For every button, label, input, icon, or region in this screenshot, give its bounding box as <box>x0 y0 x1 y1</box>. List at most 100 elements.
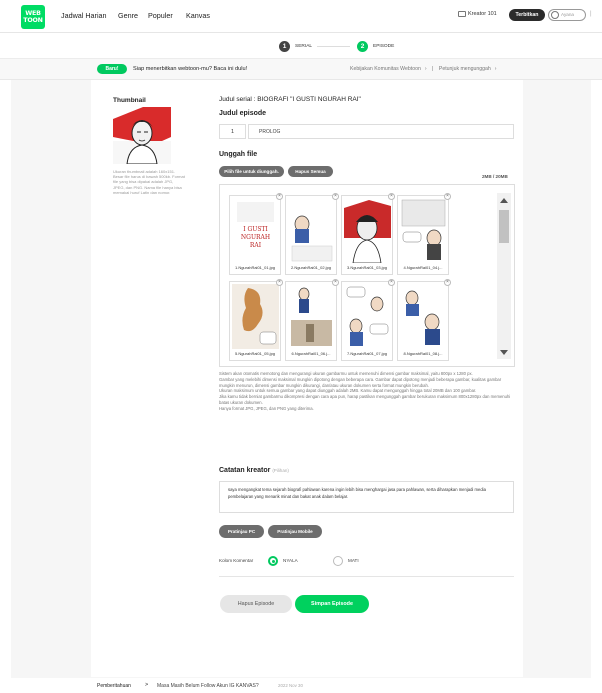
webtoon-logo[interactable]: WEB TOON <box>21 5 45 29</box>
episode-number-field[interactable]: 1 <box>219 124 246 139</box>
close-icon[interactable]: × <box>444 193 451 200</box>
chevron-right-icon: › <box>494 66 497 72</box>
avatar-icon <box>551 11 559 19</box>
community-policy-link[interactable]: Kebijakan Komunitas Webtoon <box>350 66 421 72</box>
file-preview <box>344 198 391 263</box>
guideline-text: Gambar yang melebihi dimensi maksimal mu… <box>219 376 502 388</box>
cover-title-3: RAI <box>250 242 262 249</box>
top-nav: WEB TOON Jadwal Harian Genre Populer Kan… <box>0 0 602 33</box>
file-preview <box>400 198 447 263</box>
file-preview <box>288 284 335 349</box>
close-icon[interactable]: × <box>332 193 339 200</box>
file-tile-4[interactable]: 4.NgurahRai01_04.j... × <box>397 193 451 275</box>
file-name: 4.NgurahRai01_04.j... <box>403 265 443 270</box>
thumbnail-image[interactable] <box>113 107 171 164</box>
nav-link-jadwal-harian[interactable]: Jadwal Harian <box>61 11 107 20</box>
file-tile-5[interactable]: 5.NgurahRai01_05.jpg × <box>229 279 283 361</box>
user-menu[interactable]: Ayana <box>548 9 586 21</box>
file-tile-7[interactable]: 7.NgurahRai01_07.jpg × <box>341 279 395 361</box>
close-icon[interactable]: × <box>332 279 339 286</box>
close-icon[interactable]: × <box>276 279 283 286</box>
info-text-link[interactable]: Siap menerbitkan webtoon-mu? Baca ini du… <box>133 66 247 72</box>
creator-icon <box>458 11 466 17</box>
upload-guide-link[interactable]: Petunjuk mengunggah <box>439 66 491 72</box>
cover-title-2: NGURAH <box>241 234 270 241</box>
close-icon[interactable]: × <box>276 193 283 200</box>
comments-off-label: MATI <box>348 558 359 563</box>
step-2-label: EPISODE <box>373 43 395 49</box>
scroll-up-arrow-icon[interactable] <box>500 198 508 203</box>
publish-button[interactable]: Terbitkan <box>509 9 545 21</box>
scrollbar[interactable] <box>497 193 511 359</box>
series-title: Judul serial : BIOGRAFI "I GUSTI NGURAH … <box>219 96 361 103</box>
step-1-label: SERIAL <box>295 43 313 49</box>
file-name: 6.NgurahRai01_06.j... <box>291 351 331 356</box>
file-name: 7.NgurahRai01_07.jpg <box>346 351 388 356</box>
nav-link-kanvas[interactable]: Kanvas <box>186 11 210 20</box>
guideline-text: Jika kamu tidak berniat gambarmu dikompr… <box>219 394 511 405</box>
creator-notes-optional: (Pilihan) <box>272 468 289 473</box>
cover-title-1: I GUSTI <box>243 226 268 233</box>
preview-pc-button[interactable]: Pratinjau PC <box>219 525 264 538</box>
file-tile-2[interactable]: 2.NgurahRai01_02.jpg × <box>285 193 339 275</box>
thumbnail-title: Thumbnail <box>113 97 146 104</box>
upload-size-counter: 2MB / 20MB <box>482 174 508 179</box>
creator-notes-textarea[interactable]: saya mengangkat tema sejarah biografi pa… <box>219 481 514 513</box>
close-icon[interactable]: × <box>388 193 395 200</box>
upload-area[interactable]: I GUSTI NGURAH RAI 1.NgurahRai01_01.jpg … <box>219 184 515 367</box>
file-preview: I GUSTI NGURAH RAI <box>232 198 279 263</box>
creator-notes-title: Catatan kreator <box>219 467 271 474</box>
notice-footer: Pemberitahuan > Masa Masih Belum Follow … <box>0 678 602 693</box>
step-1-circle: 1 <box>279 41 290 52</box>
episode-title-label: Judul episode <box>219 110 267 117</box>
delete-episode-button[interactable]: Hapus Episode <box>220 595 292 613</box>
notice-date: 2022 Nov 30 <box>278 682 303 688</box>
comments-off-radio[interactable] <box>333 556 343 566</box>
chevron-right-icon: › <box>424 66 427 72</box>
scroll-thumb[interactable] <box>499 210 509 243</box>
preview-mobile-button[interactable]: Pratinjau Mobile <box>268 525 322 538</box>
uploaded-file-grid: I GUSTI NGURAH RAI 1.NgurahRai01_01.jpg … <box>227 191 487 361</box>
upload-label: Unggah file <box>219 151 258 158</box>
chevron-right-icon: > <box>145 681 149 688</box>
upload-guidelines: Sistem akan otomatis memotong dan mengur… <box>219 371 515 412</box>
guideline-text: Hanya format JPG, JPEG, dan PNG yang dit… <box>219 405 314 411</box>
file-tile-3[interactable]: 3.NgurahRai01_03.jpg × <box>341 193 395 275</box>
close-icon[interactable]: × <box>388 279 395 286</box>
creator-notes-label: Catatan kreator (Pilihan) <box>219 467 289 474</box>
file-name: 1.NgurahRai01_01.jpg <box>234 265 276 270</box>
file-preview <box>288 198 335 263</box>
file-tile-6[interactable]: 6.NgurahRai01_06.j... × <box>285 279 339 361</box>
nav-link-populer[interactable]: Populer <box>148 11 173 20</box>
scroll-down-arrow-icon[interactable] <box>500 350 508 355</box>
guideline-text: Sistem akan otomatis memotong dan mengur… <box>219 371 473 376</box>
divider <box>219 576 514 577</box>
file-tile-1[interactable]: I GUSTI NGURAH RAI 1.NgurahRai01_01.jpg … <box>229 193 283 275</box>
file-name: 2.NgurahRai01_02.jpg <box>290 265 332 270</box>
episode-title-field[interactable]: PROLOG <box>248 124 514 139</box>
new-badge: Baru! <box>97 64 127 74</box>
notice-message-link[interactable]: Masa Masih Belum Follow Akun IG KANVAS? <box>157 683 259 689</box>
file-preview <box>400 284 447 349</box>
comments-on-label: NYALA <box>283 558 298 563</box>
file-tile-8[interactable]: 8.NgurahRai01_08.j... × <box>397 279 451 361</box>
close-icon[interactable]: × <box>444 279 451 286</box>
info-bar: Baru! Siap menerbitkan webtoon-mu? Baca … <box>0 59 602 80</box>
delete-all-button[interactable]: Hapus Semua <box>288 166 333 177</box>
step-connector <box>317 46 350 47</box>
creator-link[interactable]: Kreator 101 <box>458 11 497 17</box>
comments-on-radio[interactable] <box>268 556 278 566</box>
file-name: 5.NgurahRai01_05.jpg <box>234 351 276 356</box>
step-indicator: 1 SERIAL 2 EPISODE <box>0 33 602 59</box>
logo-text-top: WEB <box>25 10 41 17</box>
choose-file-button[interactable]: Pilih file untuk diunggah. <box>219 166 284 177</box>
link-separator: | <box>432 66 434 72</box>
thumbnail-portrait-icon <box>113 107 171 164</box>
thumbnail-description: Ukuran thumbnail adalah 160x151. Besar f… <box>113 169 185 195</box>
comments-label: Kolom Komentar <box>219 558 254 563</box>
info-links: Kebijakan Komunitas Webtoon › | Petunjuk … <box>350 66 501 72</box>
save-episode-button[interactable]: Simpan Episode <box>295 595 369 613</box>
nav-link-genre[interactable]: Genre <box>118 11 138 20</box>
page: WEB TOON Jadwal Harian Genre Populer Kan… <box>0 0 602 693</box>
file-name: 3.NgurahRai01_03.jpg <box>346 265 388 270</box>
